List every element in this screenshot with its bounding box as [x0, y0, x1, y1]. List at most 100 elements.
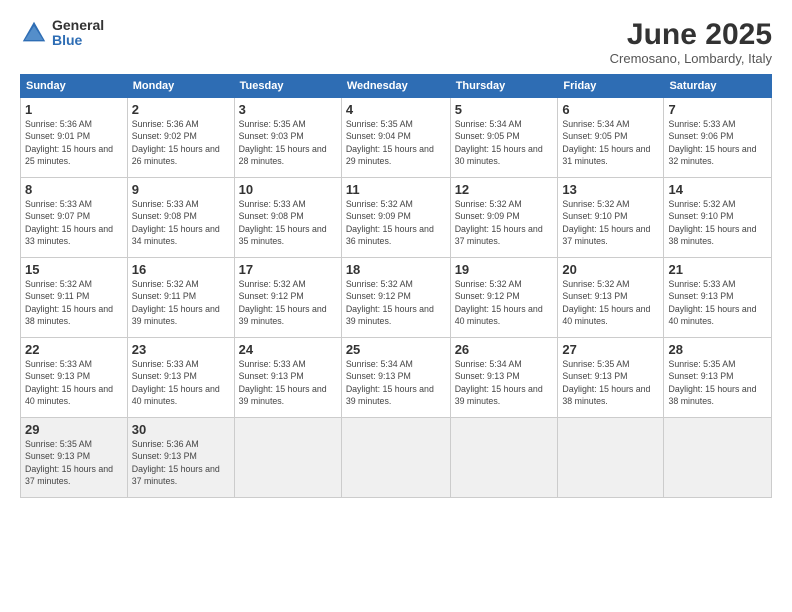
day-number: 14: [668, 182, 767, 197]
day-info: Sunrise: 5:32 AMSunset: 9:13 PMDaylight:…: [562, 279, 650, 326]
day-number: 27: [562, 342, 659, 357]
table-row: 2 Sunrise: 5:36 AMSunset: 9:02 PMDayligh…: [127, 98, 234, 178]
day-info: Sunrise: 5:33 AMSunset: 9:13 PMDaylight:…: [132, 359, 220, 406]
header-friday: Friday: [558, 75, 664, 98]
table-row: 21 Sunrise: 5:33 AMSunset: 9:13 PMDaylig…: [664, 258, 772, 338]
calendar-week-row: 22 Sunrise: 5:33 AMSunset: 9:13 PMDaylig…: [21, 338, 772, 418]
day-info: Sunrise: 5:32 AMSunset: 9:12 PMDaylight:…: [239, 279, 327, 326]
day-number: 7: [668, 102, 767, 117]
table-row: 5 Sunrise: 5:34 AMSunset: 9:05 PMDayligh…: [450, 98, 558, 178]
table-row: 10 Sunrise: 5:33 AMSunset: 9:08 PMDaylig…: [234, 178, 341, 258]
table-row: 28 Sunrise: 5:35 AMSunset: 9:13 PMDaylig…: [664, 338, 772, 418]
day-number: 8: [25, 182, 123, 197]
day-number: 5: [455, 102, 554, 117]
table-row: 9 Sunrise: 5:33 AMSunset: 9:08 PMDayligh…: [127, 178, 234, 258]
table-row: 7 Sunrise: 5:33 AMSunset: 9:06 PMDayligh…: [664, 98, 772, 178]
table-row: 22 Sunrise: 5:33 AMSunset: 9:13 PMDaylig…: [21, 338, 128, 418]
calendar-header-row: Sunday Monday Tuesday Wednesday Thursday…: [21, 75, 772, 98]
day-number: 12: [455, 182, 554, 197]
day-info: Sunrise: 5:32 AMSunset: 9:09 PMDaylight:…: [346, 199, 434, 246]
table-row: 24 Sunrise: 5:33 AMSunset: 9:13 PMDaylig…: [234, 338, 341, 418]
table-row: 14 Sunrise: 5:32 AMSunset: 9:10 PMDaylig…: [664, 178, 772, 258]
day-number: 10: [239, 182, 337, 197]
logo: General Blue: [20, 18, 104, 49]
day-number: 2: [132, 102, 230, 117]
day-info: Sunrise: 5:35 AMSunset: 9:13 PMDaylight:…: [668, 359, 756, 406]
calendar-week-row: 1 Sunrise: 5:36 AMSunset: 9:01 PMDayligh…: [21, 98, 772, 178]
table-row: 27 Sunrise: 5:35 AMSunset: 9:13 PMDaylig…: [558, 338, 664, 418]
day-number: 18: [346, 262, 446, 277]
table-row: [558, 418, 664, 498]
table-row: 3 Sunrise: 5:35 AMSunset: 9:03 PMDayligh…: [234, 98, 341, 178]
table-row: 11 Sunrise: 5:32 AMSunset: 9:09 PMDaylig…: [341, 178, 450, 258]
day-number: 22: [25, 342, 123, 357]
day-number: 30: [132, 422, 230, 437]
day-number: 15: [25, 262, 123, 277]
day-number: 20: [562, 262, 659, 277]
day-info: Sunrise: 5:33 AMSunset: 9:06 PMDaylight:…: [668, 119, 756, 166]
day-number: 29: [25, 422, 123, 437]
day-info: Sunrise: 5:33 AMSunset: 9:13 PMDaylight:…: [239, 359, 327, 406]
table-row: [234, 418, 341, 498]
header-monday: Monday: [127, 75, 234, 98]
day-number: 17: [239, 262, 337, 277]
day-number: 1: [25, 102, 123, 117]
day-info: Sunrise: 5:32 AMSunset: 9:11 PMDaylight:…: [25, 279, 113, 326]
day-info: Sunrise: 5:32 AMSunset: 9:12 PMDaylight:…: [455, 279, 543, 326]
day-info: Sunrise: 5:34 AMSunset: 9:05 PMDaylight:…: [455, 119, 543, 166]
table-row: 23 Sunrise: 5:33 AMSunset: 9:13 PMDaylig…: [127, 338, 234, 418]
day-number: 9: [132, 182, 230, 197]
table-row: 18 Sunrise: 5:32 AMSunset: 9:12 PMDaylig…: [341, 258, 450, 338]
header-saturday: Saturday: [664, 75, 772, 98]
calendar-week-row: 8 Sunrise: 5:33 AMSunset: 9:07 PMDayligh…: [21, 178, 772, 258]
day-info: Sunrise: 5:33 AMSunset: 9:08 PMDaylight:…: [239, 199, 327, 246]
day-number: 25: [346, 342, 446, 357]
day-info: Sunrise: 5:34 AMSunset: 9:13 PMDaylight:…: [455, 359, 543, 406]
table-row: 19 Sunrise: 5:32 AMSunset: 9:12 PMDaylig…: [450, 258, 558, 338]
logo-blue: Blue: [52, 33, 104, 48]
table-row: [341, 418, 450, 498]
table-row: 15 Sunrise: 5:32 AMSunset: 9:11 PMDaylig…: [21, 258, 128, 338]
table-row: 8 Sunrise: 5:33 AMSunset: 9:07 PMDayligh…: [21, 178, 128, 258]
day-info: Sunrise: 5:32 AMSunset: 9:10 PMDaylight:…: [668, 199, 756, 246]
day-info: Sunrise: 5:36 AMSunset: 9:01 PMDaylight:…: [25, 119, 113, 166]
day-info: Sunrise: 5:34 AMSunset: 9:13 PMDaylight:…: [346, 359, 434, 406]
day-info: Sunrise: 5:32 AMSunset: 9:12 PMDaylight:…: [346, 279, 434, 326]
table-row: 29 Sunrise: 5:35 AMSunset: 9:13 PMDaylig…: [21, 418, 128, 498]
day-number: 11: [346, 182, 446, 197]
day-info: Sunrise: 5:35 AMSunset: 9:04 PMDaylight:…: [346, 119, 434, 166]
table-row: 1 Sunrise: 5:36 AMSunset: 9:01 PMDayligh…: [21, 98, 128, 178]
table-row: [664, 418, 772, 498]
logo-text: General Blue: [52, 18, 104, 49]
day-info: Sunrise: 5:35 AMSunset: 9:13 PMDaylight:…: [25, 439, 113, 486]
day-number: 24: [239, 342, 337, 357]
table-row: 17 Sunrise: 5:32 AMSunset: 9:12 PMDaylig…: [234, 258, 341, 338]
day-info: Sunrise: 5:33 AMSunset: 9:13 PMDaylight:…: [668, 279, 756, 326]
day-info: Sunrise: 5:34 AMSunset: 9:05 PMDaylight:…: [562, 119, 650, 166]
table-row: 12 Sunrise: 5:32 AMSunset: 9:09 PMDaylig…: [450, 178, 558, 258]
table-row: [450, 418, 558, 498]
header: General Blue June 2025 Cremosano, Lombar…: [20, 18, 772, 66]
day-info: Sunrise: 5:36 AMSunset: 9:02 PMDaylight:…: [132, 119, 220, 166]
table-row: 26 Sunrise: 5:34 AMSunset: 9:13 PMDaylig…: [450, 338, 558, 418]
day-number: 21: [668, 262, 767, 277]
logo-icon: [20, 19, 48, 47]
calendar-subtitle: Cremosano, Lombardy, Italy: [610, 51, 772, 66]
page-container: General Blue June 2025 Cremosano, Lombar…: [0, 0, 792, 612]
table-row: 16 Sunrise: 5:32 AMSunset: 9:11 PMDaylig…: [127, 258, 234, 338]
table-row: 4 Sunrise: 5:35 AMSunset: 9:04 PMDayligh…: [341, 98, 450, 178]
day-number: 23: [132, 342, 230, 357]
day-number: 16: [132, 262, 230, 277]
table-row: 13 Sunrise: 5:32 AMSunset: 9:10 PMDaylig…: [558, 178, 664, 258]
table-row: 25 Sunrise: 5:34 AMSunset: 9:13 PMDaylig…: [341, 338, 450, 418]
day-number: 28: [668, 342, 767, 357]
day-number: 6: [562, 102, 659, 117]
table-row: 30 Sunrise: 5:36 AMSunset: 9:13 PMDaylig…: [127, 418, 234, 498]
day-number: 26: [455, 342, 554, 357]
day-info: Sunrise: 5:32 AMSunset: 9:09 PMDaylight:…: [455, 199, 543, 246]
calendar-table: Sunday Monday Tuesday Wednesday Thursday…: [20, 74, 772, 498]
day-info: Sunrise: 5:32 AMSunset: 9:11 PMDaylight:…: [132, 279, 220, 326]
title-block: June 2025 Cremosano, Lombardy, Italy: [610, 18, 772, 66]
header-tuesday: Tuesday: [234, 75, 341, 98]
logo-general: General: [52, 18, 104, 33]
